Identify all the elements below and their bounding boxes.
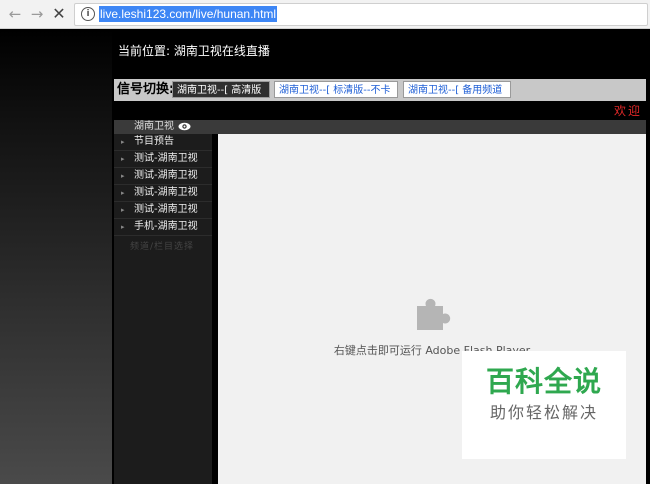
- signal-sd-button[interactable]: 湖南卫视--[ 标清版--不卡 ]: [274, 81, 398, 113]
- welcome-row: 欢迎: [114, 101, 646, 120]
- signal-label: 信号切换:: [117, 82, 175, 97]
- bullet-icon: ▸: [121, 189, 125, 197]
- sidebar-footer: 频道/栏目选择: [130, 242, 195, 252]
- bullet-icon: ▸: [121, 206, 125, 214]
- bullet-icon: ▸: [121, 138, 125, 146]
- channel-title: 湖南卫视: [134, 121, 174, 132]
- sidebar-item-test-4[interactable]: ▸ 测试-湖南卫视: [114, 202, 212, 219]
- signal-switch-bar: 信号切换: 湖南卫视--[ 高清版 ] 湖南卫视--[ 标清版--不卡 ] 湖南…: [114, 79, 646, 113]
- sidebar-item-test-1[interactable]: ▸ 测试-湖南卫视: [114, 151, 212, 168]
- bullet-icon: ▸: [121, 223, 125, 231]
- plugin-puzzle-icon[interactable]: [413, 294, 451, 332]
- back-icon[interactable]: ←: [6, 5, 24, 23]
- watermark-title: 百科全说: [485, 365, 602, 398]
- sidebar-item-schedule[interactable]: ▸ 节目预告: [114, 134, 212, 151]
- signal-hd-button[interactable]: 湖南卫视--[ 高清版 ]: [172, 81, 270, 113]
- watermark-logo: 百科全说 助你轻松解决: [462, 351, 626, 459]
- watermark-subtitle: 助你轻松解决: [489, 403, 598, 422]
- sidebar-item-test-3[interactable]: ▸ 测试-湖南卫视: [114, 185, 212, 202]
- welcome-text: 欢迎: [613, 104, 642, 118]
- breadcrumb: 当前位置: 湖南卫视在线直播: [118, 44, 270, 58]
- forward-icon[interactable]: →: [28, 5, 46, 23]
- sidebar-item-test-2[interactable]: ▸ 测试-湖南卫视: [114, 168, 212, 185]
- sidebar-item-mobile[interactable]: ▸ 手机-湖南卫视: [114, 219, 212, 236]
- url-text[interactable]: live.leshi123.com/live/hunan.html: [99, 6, 278, 22]
- left-background: [0, 29, 112, 484]
- bullet-icon: ▸: [121, 155, 125, 163]
- browser-toolbar: ← → ✕ i live.leshi123.com/live/hunan.htm…: [0, 0, 650, 29]
- eye-icon[interactable]: [178, 122, 191, 131]
- stop-icon[interactable]: ✕: [50, 5, 68, 23]
- info-icon[interactable]: i: [81, 7, 95, 21]
- bullet-icon: ▸: [121, 172, 125, 180]
- address-bar[interactable]: i live.leshi123.com/live/hunan.html: [74, 3, 648, 26]
- signal-backup-button[interactable]: 湖南卫视--[ 备用频道 ]: [403, 81, 511, 113]
- channel-header: 湖南卫视: [114, 120, 646, 134]
- channel-sidebar: ▸ 节目预告 ▸ 测试-湖南卫视 ▸ 测试-湖南卫视 ▸ 测试-湖南卫视 ▸ 测试-湖南卫…: [114, 134, 212, 484]
